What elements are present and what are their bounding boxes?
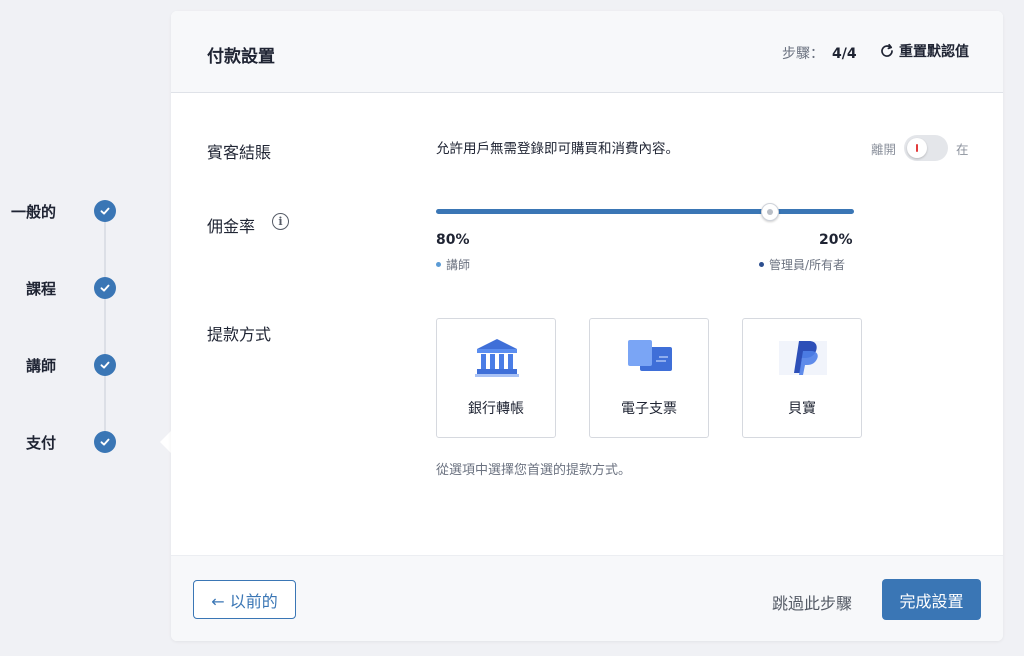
step-label: 支付 — [25, 433, 56, 452]
instructor-share: 講師 — [436, 256, 470, 273]
reset-defaults-label: 重置默認值 — [899, 44, 969, 60]
page-title: 付款設置 — [207, 47, 275, 67]
withdraw-method-hint: 從選項中選擇您首選的提款方式。 — [436, 463, 632, 478]
step-payment[interactable]: 支付 — [0, 430, 160, 454]
echeck-icon — [626, 337, 674, 377]
step-counter: 步驟： 4/4 — [782, 43, 857, 63]
skip-step-button[interactable]: 跳過此步驟 — [772, 590, 852, 614]
guest-checkout-description: 允許用戶無需登錄即可購買和消費內容。 — [436, 141, 679, 157]
paypal-icon — [779, 337, 827, 377]
finish-setup-button[interactable]: 完成設置 — [882, 579, 981, 620]
card-footer: ← 以前的 跳過此步驟 完成設置 — [171, 555, 1003, 641]
method-label: 銀行轉帳 — [468, 401, 524, 417]
commission-label: 佣金率 — [207, 217, 256, 236]
method-echeck[interactable]: 電子支票 — [589, 318, 709, 438]
previous-button[interactable]: ← 以前的 — [193, 580, 296, 619]
steps-connector — [104, 212, 106, 442]
step-label: 一般的 — [10, 202, 56, 221]
method-label: 電子支票 — [621, 401, 677, 417]
admin-label: 管理員/所有者 — [769, 258, 846, 272]
step-counter-prefix: 步驟： — [782, 46, 824, 62]
guest-checkout-toggle[interactable] — [904, 135, 949, 161]
guest-checkout-toggle-group: 離開 在 — [871, 135, 969, 161]
info-icon[interactable]: i — [272, 213, 289, 230]
check-icon — [94, 277, 116, 299]
method-bank-transfer[interactable]: 銀行轉帳 — [436, 318, 556, 438]
card-header: 付款設置 步驟： 4/4 重置默認值 — [171, 11, 1003, 93]
toggle-on-label: 在 — [956, 141, 969, 157]
admin-percent: 20% — [819, 232, 853, 248]
reset-icon — [881, 43, 893, 57]
check-icon — [94, 200, 116, 222]
check-icon — [94, 354, 116, 376]
instructor-dot — [436, 262, 441, 267]
step-instructor[interactable]: 講師 — [0, 353, 160, 377]
step-general[interactable]: 一般的 — [0, 199, 160, 223]
payment-settings-card: 付款設置 步驟： 4/4 重置默認值 賓客結賬 允許用戶無需登錄即可購買和消費內容… — [171, 11, 1003, 641]
method-label: 貝寶 — [788, 401, 816, 417]
step-label: 課程 — [25, 279, 56, 298]
guest-checkout-label: 賓客結賬 — [207, 143, 272, 162]
instructor-label: 講師 — [446, 258, 471, 272]
step-label: 講師 — [25, 356, 56, 375]
admin-share: 管理員/所有者 — [759, 256, 845, 273]
bank-icon — [473, 337, 521, 377]
toggle-knob — [907, 138, 928, 158]
admin-dot — [759, 262, 764, 267]
slider-track — [436, 209, 854, 214]
instructor-percent: 80% — [436, 232, 470, 248]
commission-slider[interactable] — [436, 203, 854, 221]
step-counter-value: 4/4 — [832, 46, 857, 62]
method-paypal[interactable]: 貝寶 — [742, 318, 862, 438]
reset-defaults-button[interactable]: 重置默認值 — [879, 41, 969, 61]
check-icon — [94, 431, 116, 453]
slider-thumb[interactable] — [761, 203, 780, 221]
toggle-off-label: 離開 — [871, 141, 897, 157]
step-courses[interactable]: 課程 — [0, 276, 160, 300]
setup-steps: 一般的 課程 講師 支付 — [0, 0, 170, 656]
withdraw-method-label: 提款方式 — [207, 325, 272, 344]
